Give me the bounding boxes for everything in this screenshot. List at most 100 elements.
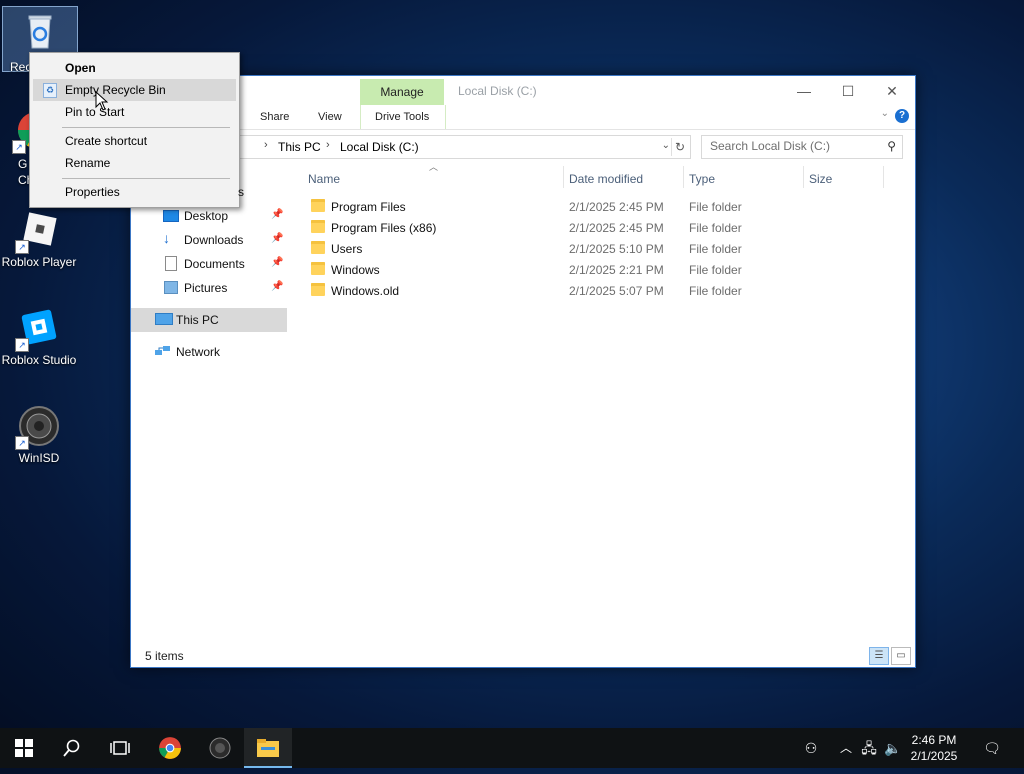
column-header-date-modified[interactable]: Date modified [569, 172, 643, 186]
menu-item-properties[interactable]: Properties [33, 181, 236, 203]
folder-icon [311, 262, 325, 275]
menu-item-label: Rename [65, 156, 111, 170]
people-icon[interactable]: ⚇ [798, 728, 824, 768]
menu-item-empty-recycle-bin[interactable]: ♻ Empty Recycle Bin [33, 79, 236, 101]
search-box[interactable]: ⚲ [701, 135, 903, 159]
tab-view[interactable]: View [318, 111, 342, 123]
action-center-icon[interactable]: 🗨 [980, 728, 1004, 768]
window-title: Local Disk (C:) [458, 84, 537, 98]
title-bar[interactable]: Manage Local Disk (C:) — ☐ ✕ [131, 76, 915, 105]
file-date: 2/1/2025 5:07 PM [569, 284, 664, 298]
tab-share[interactable]: Share [260, 111, 289, 123]
large-icons-view-icon[interactable]: ▭ [891, 647, 911, 665]
file-list: ︿ Name Date modified Type Size Program F… [297, 162, 915, 643]
column-divider[interactable] [683, 166, 684, 188]
menu-item-pin-to-start[interactable]: Pin to Start [33, 101, 236, 123]
table-row[interactable]: Program Files (x86) 2/1/2025 2:45 PM Fil… [305, 217, 905, 238]
search-input[interactable] [702, 136, 880, 156]
nav-item-label: Pictures [184, 281, 228, 295]
menu-item-label: Properties [65, 185, 120, 199]
column-divider[interactable] [803, 166, 804, 188]
folder-icon [311, 199, 325, 212]
desktop-icon-roblox-studio[interactable]: ↗ Roblox Studio [1, 306, 77, 367]
tab-manage[interactable]: Manage [360, 79, 444, 105]
nav-item-label: Downloads [184, 233, 244, 247]
breadcrumb-separator-icon[interactable]: › [264, 139, 268, 151]
breadcrumb-local-disk[interactable]: Local Disk (C:) [340, 140, 419, 154]
menu-item-open[interactable]: Open [33, 57, 236, 79]
table-row[interactable]: Windows 2/1/2025 2:21 PM File folder [305, 259, 905, 280]
desktop-icon-roblox-player[interactable]: ↗ Roblox Player [1, 208, 77, 269]
address-dropdown-icon[interactable]: ⌄ [662, 140, 670, 151]
table-row[interactable]: Windows.old 2/1/2025 5:07 PM File folder [305, 280, 905, 301]
task-view-button[interactable] [96, 728, 144, 768]
pin-icon[interactable]: 📌 [271, 281, 283, 292]
breadcrumb-this-pc[interactable]: This PC [278, 140, 321, 154]
computer-icon [155, 313, 173, 325]
file-name: Program Files [331, 200, 406, 214]
network-status-icon[interactable]: 🖧 [858, 728, 880, 768]
menu-item-rename[interactable]: Rename [33, 152, 236, 174]
menu-separator [62, 127, 230, 128]
nav-item-label: Network [176, 345, 221, 359]
folder-icon [311, 220, 325, 233]
column-divider[interactable] [883, 166, 884, 188]
desktop-icon-winisd[interactable]: ↗ WinISD [1, 404, 77, 465]
breadcrumb-separator-icon[interactable]: › [326, 139, 330, 151]
expand-ribbon-chevron-icon[interactable]: ⌄ [881, 108, 889, 119]
clock[interactable]: 2:46 PM 2/1/2025 [906, 732, 962, 764]
roblox-studio-icon: ↗ [15, 306, 61, 352]
navigation-pane: Desktop 📌 ↓ Downloads 📌 Documents 📌 Pict… [131, 166, 287, 643]
address-bar[interactable]: › This PC › Local Disk (C:) ⌄ ↻ [233, 135, 691, 159]
nav-item-network[interactable]: Network [131, 340, 287, 364]
file-type: File folder [689, 263, 742, 277]
shortcut-arrow-icon: ↗ [15, 436, 29, 450]
column-header-type[interactable]: Type [689, 172, 715, 186]
column-header-name[interactable]: Name [308, 172, 340, 186]
taskbar-winisd[interactable] [196, 728, 244, 768]
maximize-button[interactable]: ☐ [833, 80, 863, 102]
close-button[interactable]: ✕ [877, 80, 907, 102]
menu-item-label: Open [65, 61, 96, 75]
search-button[interactable] [48, 728, 96, 768]
menu-item-create-shortcut[interactable]: Create shortcut [33, 130, 236, 152]
pin-icon[interactable]: 📌 [271, 233, 283, 244]
start-button[interactable] [0, 728, 48, 768]
nav-item-documents[interactable]: Documents 📌 [131, 252, 287, 276]
taskbar-file-explorer[interactable] [244, 728, 292, 768]
nav-item-label: Desktop [184, 209, 229, 223]
desktop-icon-recycle-bin[interactable]: Rec [2, 8, 78, 74]
desktop-icon-label: Roblox Studio [1, 353, 77, 367]
pin-icon[interactable]: 📌 [271, 257, 283, 268]
details-view-icon[interactable]: ☰ [869, 647, 889, 665]
menu-separator [62, 178, 230, 179]
column-divider[interactable] [563, 166, 564, 188]
shortcut-arrow-icon: ↗ [15, 240, 29, 254]
taskbar-chrome[interactable] [146, 728, 194, 768]
nav-item-label: This PC [176, 313, 219, 327]
refresh-icon[interactable]: ↻ [671, 138, 688, 156]
file-date: 2/1/2025 5:10 PM [569, 242, 664, 256]
pin-icon[interactable]: 📌 [271, 209, 283, 220]
desktop-icon-label: Roblox Player [1, 255, 77, 269]
nav-item-this-pc[interactable]: This PC [131, 308, 287, 332]
file-name: Program Files (x86) [331, 221, 437, 235]
help-icon[interactable]: ? [895, 109, 909, 123]
folder-icon [311, 283, 325, 296]
drive-tools-group: Drive Tools [360, 105, 446, 129]
tab-drive-tools[interactable]: Drive Tools [375, 111, 429, 123]
file-explorer-window: Manage Local Disk (C:) — ☐ ✕ Share View … [130, 75, 916, 668]
desktop-icon-label: WinISD [18, 451, 60, 465]
nav-item-pictures[interactable]: Pictures 📌 [131, 276, 287, 300]
nav-item-downloads[interactable]: ↓ Downloads 📌 [131, 228, 287, 252]
show-hidden-icons-chevron-icon[interactable]: ︿ [836, 728, 856, 768]
file-type: File folder [689, 200, 742, 214]
context-menu: Open ♻ Empty Recycle Bin Pin to Start Cr… [29, 52, 240, 208]
file-name: Windows [331, 263, 380, 277]
minimize-button[interactable]: — [789, 80, 819, 102]
table-row[interactable]: Users 2/1/2025 5:10 PM File folder [305, 238, 905, 259]
column-header-size[interactable]: Size [809, 172, 832, 186]
file-name: Windows.old [331, 284, 400, 298]
volume-muted-icon[interactable]: 🔈 [882, 728, 904, 768]
table-row[interactable]: Program Files 2/1/2025 2:45 PM File fold… [305, 196, 905, 217]
